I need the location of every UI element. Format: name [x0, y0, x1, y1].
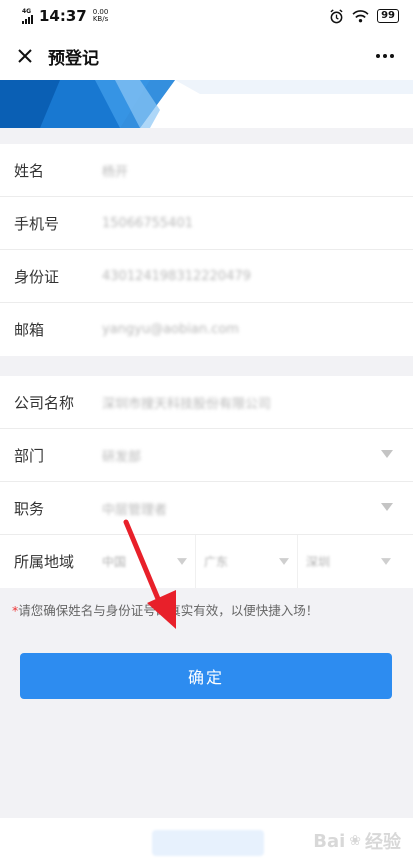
- name-label: 姓名: [14, 161, 45, 180]
- page-title: 预登记: [48, 48, 99, 69]
- position-label: 职务: [14, 499, 45, 518]
- position-row[interactable]: 职务 中层管理者: [0, 482, 413, 535]
- company-row: 公司名称 深圳市搜天科技股份有限公司: [0, 376, 413, 429]
- paw-icon: ❀: [349, 833, 361, 849]
- chevron-down-icon: [381, 503, 393, 511]
- watermark-brand: Bai: [313, 830, 346, 852]
- province-select[interactable]: 广东: [195, 535, 297, 588]
- signal-icon: 4G: [22, 8, 33, 24]
- phone-row: 手机号 15066755401: [0, 197, 413, 250]
- region-row: 所属地域 中国 广东 深圳: [0, 535, 413, 588]
- network-speed: 0.00 KB/s: [92, 8, 109, 23]
- country-select[interactable]: 中国: [94, 535, 195, 588]
- status-time: 14:37: [39, 7, 87, 25]
- chevron-down-icon: [381, 450, 393, 458]
- wifi-icon: [352, 9, 369, 22]
- confirm-button[interactable]: 确定: [20, 653, 392, 699]
- email-row: 邮箱 yangyu@aobian.com: [0, 303, 413, 356]
- more-button[interactable]: [369, 43, 401, 69]
- position-select[interactable]: 中层管理者: [90, 499, 399, 518]
- alarm-icon: [330, 8, 343, 23]
- header-banner: [0, 80, 413, 128]
- close-button[interactable]: [12, 43, 38, 69]
- bottom-strip: Bai ❀ 经验: [0, 818, 413, 866]
- department-row[interactable]: 部门 研发部: [0, 429, 413, 482]
- baidu-watermark: Bai ❀ 经验: [313, 828, 401, 854]
- close-icon: [18, 49, 32, 63]
- email-input[interactable]: yangyu@aobian.com: [90, 322, 399, 337]
- company-input[interactable]: 深圳市搜天科技股份有限公司: [90, 393, 399, 412]
- name-row: 姓名 杨开: [0, 144, 413, 197]
- company-info-card: 公司名称 深圳市搜天科技股份有限公司 部门 研发部 职务 中层管理者 所属地域 …: [0, 376, 413, 588]
- notice-text: 请您确保姓名与身份证号码真实有效，以便快捷入场！: [18, 603, 319, 618]
- chevron-down-icon: [381, 558, 391, 565]
- name-input[interactable]: 杨开: [90, 161, 399, 180]
- status-right: 99: [329, 8, 399, 24]
- personal-info-card: 姓名 杨开 手机号 15066755401 身份证 43012419831222…: [0, 144, 413, 356]
- company-label: 公司名称: [14, 393, 75, 412]
- department-select[interactable]: 研发部: [90, 446, 399, 465]
- status-left: 4G 14:37 0.00 KB/s: [22, 7, 108, 25]
- more-icon: [376, 54, 394, 58]
- country-value: 中国: [102, 555, 127, 569]
- title-bar: 预登记: [0, 32, 413, 80]
- battery-icon: 99: [377, 9, 399, 23]
- phone-input[interactable]: 15066755401: [90, 216, 399, 231]
- email-label: 邮箱: [14, 321, 45, 339]
- chevron-down-icon: [279, 558, 289, 565]
- bottom-ghost-button[interactable]: [152, 830, 264, 856]
- phone-label: 手机号: [14, 214, 60, 233]
- id-card-input[interactable]: 430124198312220479: [90, 269, 399, 284]
- status-bar: 4G 14:37 0.00 KB/s 99: [0, 0, 413, 32]
- id-notice: *请您确保姓名与身份证号码真实有效，以便快捷入场！: [12, 600, 407, 619]
- region-label: 所属地域: [14, 553, 75, 571]
- banner-graphic: [0, 80, 413, 128]
- city-select[interactable]: 深圳: [297, 535, 399, 588]
- province-value: 广东: [204, 555, 229, 569]
- id-card-row: 身份证 430124198312220479: [0, 250, 413, 303]
- id-card-label: 身份证: [14, 267, 60, 286]
- chevron-down-icon: [177, 558, 187, 565]
- department-label: 部门: [14, 446, 45, 465]
- watermark-suffix: 经验: [365, 832, 401, 853]
- city-value: 深圳: [306, 555, 331, 569]
